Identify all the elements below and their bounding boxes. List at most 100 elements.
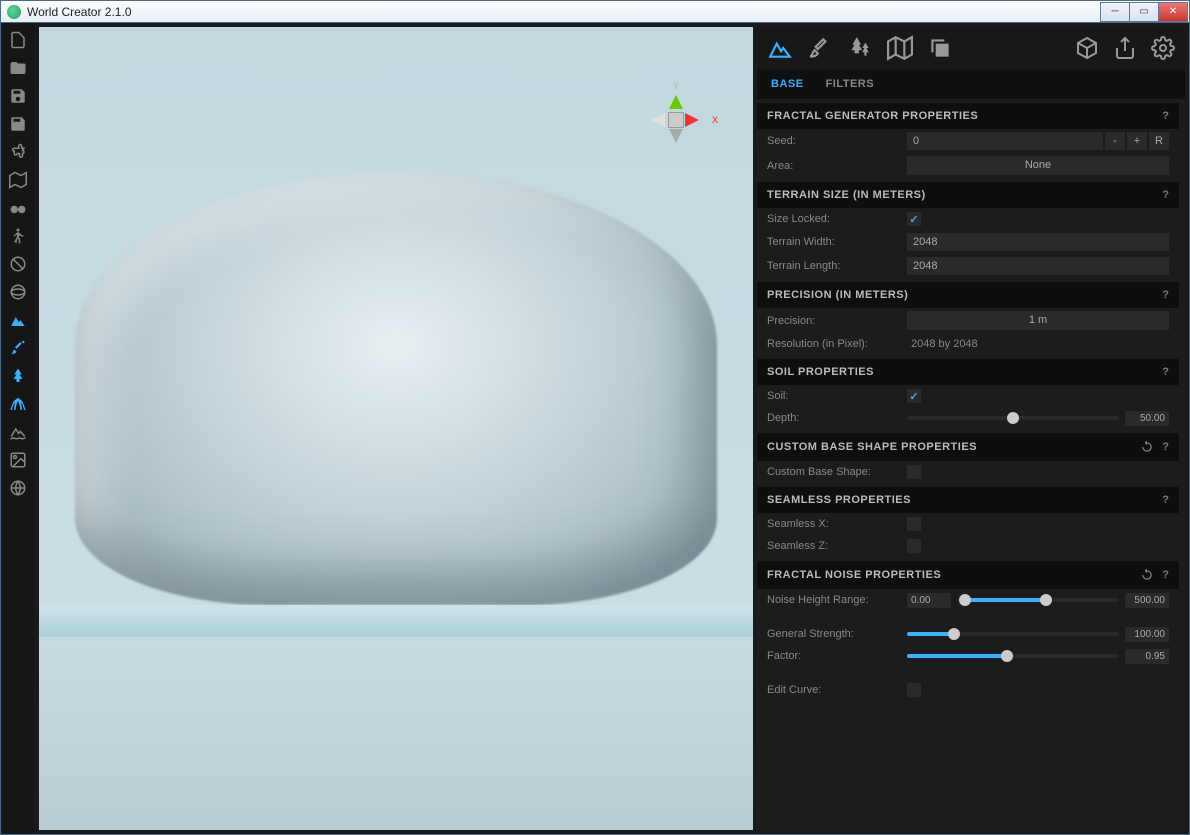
area-dropdown[interactable]: None	[907, 156, 1169, 175]
map-icon[interactable]	[5, 167, 31, 193]
section-custom-base: CUSTOM BASE SHAPE PROPERTIES ?	[757, 433, 1179, 461]
open-icon[interactable]	[5, 55, 31, 81]
maximize-button[interactable]: ▭	[1129, 2, 1159, 22]
save-icon[interactable]	[5, 83, 31, 109]
panel-tabs: BASE FILTERS	[757, 69, 1185, 99]
panel-scroll[interactable]: FRACTAL GENERATOR PROPERTIES ? Seed: - +…	[757, 99, 1185, 830]
globe-disabled-icon[interactable]	[5, 251, 31, 277]
brush-category-icon[interactable]	[807, 35, 833, 61]
cube-icon[interactable]	[1075, 36, 1099, 60]
edit-curve-label: Edit Curve:	[767, 684, 907, 696]
walk-icon[interactable]	[5, 223, 31, 249]
reset-icon[interactable]	[1140, 440, 1154, 454]
help-icon[interactable]: ?	[1162, 289, 1169, 301]
gizmo-right-cone[interactable]	[685, 113, 699, 127]
resolution-value: 2048 by 2048	[907, 338, 978, 350]
extension-icon[interactable]	[5, 139, 31, 165]
terrain-length-input[interactable]	[907, 257, 1169, 275]
binoculars-icon[interactable]	[5, 195, 31, 221]
height-range-min[interactable]: 0.00	[907, 593, 951, 608]
seamless-z-checkbox[interactable]	[907, 539, 921, 553]
terrain-width-input[interactable]	[907, 233, 1169, 251]
custom-base-checkbox[interactable]	[907, 465, 921, 479]
properties-panel: BASE FILTERS FRACTAL GENERATOR PROPERTIE…	[757, 27, 1185, 830]
help-icon[interactable]: ?	[1162, 110, 1169, 122]
section-fractal-noise: FRACTAL NOISE PROPERTIES ?	[757, 561, 1179, 589]
help-icon[interactable]: ?	[1162, 494, 1169, 506]
close-button[interactable]: ✕	[1158, 2, 1188, 22]
size-locked-label: Size Locked:	[767, 213, 907, 225]
factor-value[interactable]: 0.95	[1125, 649, 1169, 664]
strength-value[interactable]: 100.00	[1125, 627, 1169, 642]
picture-icon[interactable]	[5, 447, 31, 473]
section-terrain-size: TERRAIN SIZE (IN METERS) ?	[757, 182, 1179, 208]
settings-icon[interactable]	[1151, 36, 1175, 60]
seamless-x-checkbox[interactable]	[907, 517, 921, 531]
grass-tool-icon[interactable]	[5, 391, 31, 417]
resolution-label: Resolution (in Pixel):	[767, 338, 907, 350]
titlebar[interactable]: World Creator 2.1.0 ─ ▭ ✕	[1, 1, 1189, 23]
tab-base[interactable]: BASE	[771, 78, 804, 90]
terrain-width-label: Terrain Width:	[767, 236, 907, 248]
brush-tool-icon[interactable]	[5, 335, 31, 361]
strength-label: General Strength:	[767, 628, 907, 640]
section-soil: SOIL PROPERTIES ?	[757, 359, 1179, 385]
seamless-x-label: Seamless X:	[767, 518, 907, 530]
terrain-category-icon[interactable]	[767, 35, 793, 61]
export-icon[interactable]	[1113, 36, 1137, 60]
soil-label: Soil:	[767, 390, 907, 402]
seed-minus-button[interactable]: -	[1105, 132, 1125, 150]
trees-tool-icon[interactable]	[5, 363, 31, 389]
gizmo-left-cone[interactable]	[651, 113, 665, 127]
panel-category-bar	[757, 27, 1185, 69]
custom-base-label: Custom Base Shape:	[767, 466, 907, 478]
trees-category-icon[interactable]	[847, 35, 873, 61]
app-icon	[7, 5, 21, 19]
gizmo-down-cone[interactable]	[669, 129, 683, 143]
strength-slider[interactable]	[907, 632, 1119, 636]
precision-dropdown[interactable]: 1 m	[907, 311, 1169, 330]
factor-label: Factor:	[767, 650, 907, 662]
help-icon[interactable]: ?	[1162, 441, 1169, 453]
gizmo-center[interactable]	[668, 112, 684, 128]
section-fractal-generator: FRACTAL GENERATOR PROPERTIES ?	[757, 103, 1179, 129]
reset-icon[interactable]	[1140, 568, 1154, 582]
height-range-label: Noise Height Range:	[767, 594, 907, 606]
tab-filters[interactable]: FILTERS	[826, 78, 875, 90]
area-label: Area:	[767, 160, 907, 172]
gizmo-y-label: Y	[673, 81, 679, 91]
help-icon[interactable]: ?	[1162, 189, 1169, 201]
copy-category-icon[interactable]	[927, 35, 953, 61]
gizmo-up-cone[interactable]	[669, 95, 683, 109]
seed-label: Seed:	[767, 135, 907, 147]
mountain-tool-icon[interactable]	[5, 307, 31, 333]
seed-input[interactable]	[907, 132, 1103, 150]
seed-random-button[interactable]: R	[1149, 132, 1169, 150]
seed-plus-button[interactable]: +	[1127, 132, 1147, 150]
gizmo-x-label: X	[712, 115, 718, 125]
globe-icon[interactable]	[5, 475, 31, 501]
factor-slider[interactable]	[907, 654, 1119, 658]
soil-checkbox[interactable]: ✓	[907, 389, 921, 403]
depth-value[interactable]: 50.00	[1125, 411, 1169, 426]
left-toolbar	[1, 23, 35, 834]
size-locked-checkbox[interactable]: ✓	[907, 212, 921, 226]
height-range-max[interactable]: 500.00	[1125, 593, 1169, 608]
map-category-icon[interactable]	[887, 35, 913, 61]
saveas-icon[interactable]	[5, 111, 31, 137]
viewport-3d[interactable]: Y X	[39, 27, 753, 830]
orientation-gizmo[interactable]: Y X	[633, 77, 713, 157]
section-seamless: SEAMLESS PROPERTIES ?	[757, 487, 1179, 513]
precision-label: Precision:	[767, 315, 907, 327]
window-title: World Creator 2.1.0	[27, 5, 1101, 19]
sphere-icon[interactable]	[5, 279, 31, 305]
depth-slider[interactable]	[907, 416, 1119, 420]
new-icon[interactable]	[5, 27, 31, 53]
edit-curve-checkbox[interactable]	[907, 683, 921, 697]
terrain-length-label: Terrain Length:	[767, 260, 907, 272]
mountain-water-icon[interactable]	[5, 419, 31, 445]
help-icon[interactable]: ?	[1162, 366, 1169, 378]
height-range-slider[interactable]	[957, 598, 1119, 602]
help-icon[interactable]: ?	[1162, 569, 1169, 581]
minimize-button[interactable]: ─	[1100, 2, 1130, 22]
